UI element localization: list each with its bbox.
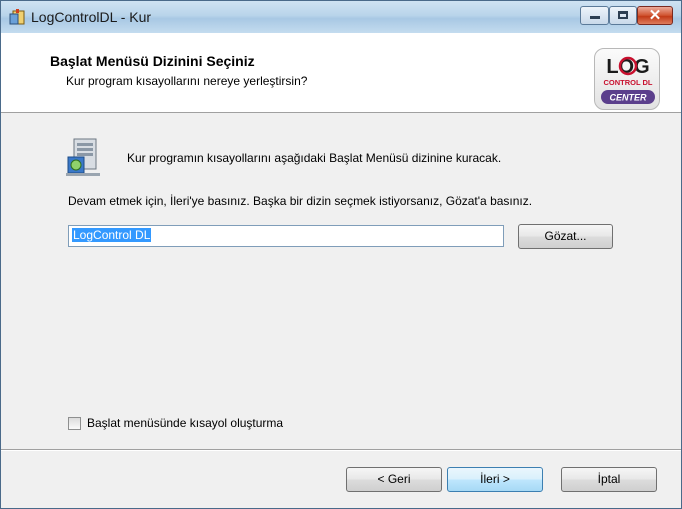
- maximize-button[interactable]: [609, 6, 637, 25]
- instruction-text: Devam etmek için, İleri'ye basınız. Başk…: [68, 194, 533, 208]
- start-menu-folder-input[interactable]: LogControl DL: [68, 225, 504, 247]
- logo-text-line3: CENTER: [609, 93, 647, 103]
- title-bar[interactable]: LogControlDL - Kur ✕: [1, 1, 681, 33]
- close-icon: ✕: [648, 7, 662, 24]
- app-installer-icon: [9, 9, 25, 25]
- logo: LOG CONTROL DL CENTER: [594, 48, 660, 110]
- start-menu-folder-icon: [66, 138, 100, 176]
- log-control-logo: LOG CONTROL DL CENTER: [601, 56, 655, 104]
- logo-text-line2: CONTROL DL: [603, 78, 652, 87]
- back-button[interactable]: < Geri: [346, 467, 442, 492]
- window-title: LogControlDL - Kur: [31, 9, 152, 25]
- browse-button[interactable]: Gözat...: [518, 224, 613, 249]
- next-button[interactable]: İleri >: [447, 467, 543, 492]
- close-button[interactable]: ✕: [637, 6, 673, 25]
- intro-text: Kur programın kısayollarını aşağıdaki Ba…: [127, 151, 502, 165]
- wizard-content: Kur programın kısayollarını aşağıdaki Ba…: [1, 113, 681, 449]
- maximize-icon: [618, 11, 628, 19]
- footer-divider: [1, 449, 681, 451]
- folder-input-value: LogControl DL: [72, 228, 152, 242]
- page-title: Başlat Menüsü Dizinini Seçiniz: [50, 53, 255, 69]
- installer-window: LogControlDL - Kur ✕ Başlat Menüsü Dizin…: [0, 0, 682, 509]
- no-start-menu-label[interactable]: Başlat menüsünde kısayol oluşturma: [87, 416, 283, 430]
- no-start-menu-checkbox[interactable]: [68, 417, 81, 430]
- page-subtitle: Kur program kısayollarını nereye yerleşt…: [66, 74, 308, 88]
- minimize-icon: [590, 16, 600, 19]
- cancel-button[interactable]: İptal: [561, 467, 657, 492]
- wizard-header: Başlat Menüsü Dizinini Seçiniz Kur progr…: [1, 33, 681, 113]
- minimize-button[interactable]: [580, 6, 609, 25]
